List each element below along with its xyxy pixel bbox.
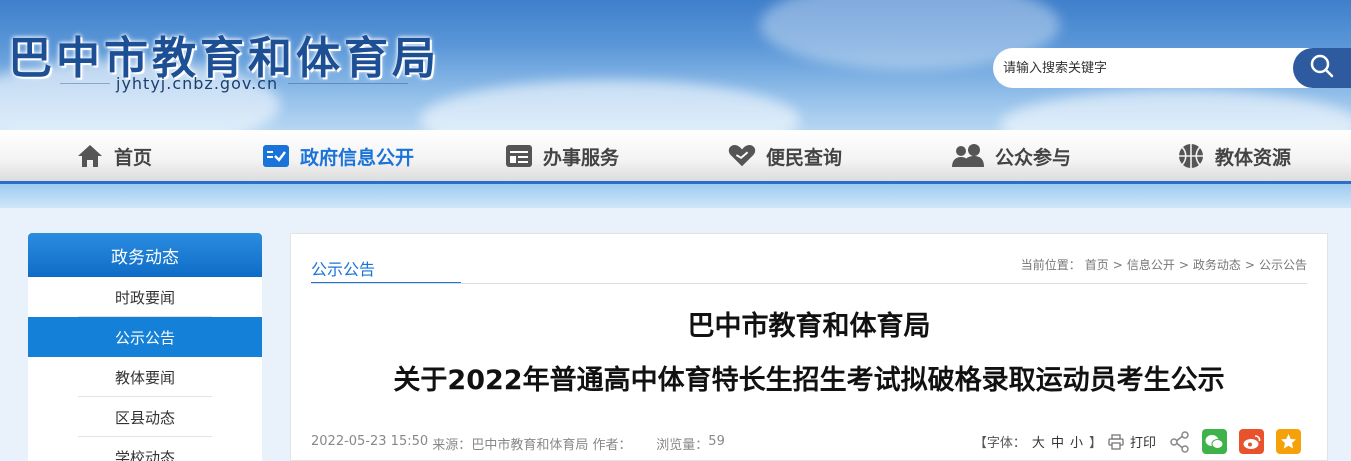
sidebar-item-politics-news[interactable]: 时政要闻	[28, 277, 262, 317]
source-label: 来源：	[432, 438, 472, 453]
font-size-small[interactable]: 小	[1070, 432, 1083, 451]
sidebar-item-county-news[interactable]: 区县动态	[28, 397, 262, 437]
favorite-star-icon[interactable]	[1276, 429, 1301, 454]
nav-services[interactable]: 办事服务	[505, 130, 619, 182]
nav-home-label: 首页	[114, 146, 153, 169]
people-icon	[951, 142, 985, 170]
views-count: 59	[708, 434, 725, 449]
breadcrumb-announcements[interactable]: 公示公告	[1259, 256, 1307, 273]
breadcrumb-prefix: 当前位置：	[1020, 258, 1081, 272]
nav-query-label: 便民查询	[766, 146, 843, 169]
divider	[311, 283, 1307, 284]
breadcrumb-separator: >	[1244, 257, 1255, 272]
search-input[interactable]	[993, 48, 1293, 88]
search-box	[993, 48, 1351, 88]
breadcrumb: 当前位置： 首页 > 信息公开 > 政务动态 > 公示公告	[1021, 256, 1307, 273]
decorative-band	[0, 184, 1351, 208]
font-size-medium[interactable]: 中	[1051, 432, 1064, 451]
sidebar-item-school-news[interactable]: 学校动态	[28, 437, 262, 461]
breadcrumb-separator: >	[1112, 257, 1123, 272]
nav-gov-info[interactable]: 政府信息公开	[262, 130, 414, 182]
printer-icon[interactable]	[1108, 433, 1124, 450]
article-meta: 2022-05-23 15:50 来源： 巴中市教育和体育局 作者： 浏览量： …	[311, 434, 725, 453]
wechat-share-icon[interactable]	[1202, 429, 1227, 454]
domain-divider-left	[60, 83, 110, 84]
sidebar-item-education-news[interactable]: 教体要闻	[28, 357, 262, 397]
breadcrumb-home[interactable]: 首页	[1085, 256, 1109, 273]
search-button[interactable]	[1293, 48, 1351, 88]
nav-resources[interactable]: 教体资源	[1177, 130, 1291, 182]
home-icon	[76, 142, 104, 170]
article-tools: 【字体： 大 中 小 】 打印	[974, 429, 1301, 454]
nav-services-label: 办事服务	[543, 146, 620, 169]
tab-announcements[interactable]: 公示公告	[311, 254, 461, 284]
main-nav: 首页 政府信息公开 办事服务 便民查询 公众参与 教体资源	[0, 130, 1351, 184]
font-size-label: 【字体：	[973, 436, 1026, 451]
site-header: 巴中市教育和体育局 jyhtyj.cnbz.gov.cn	[0, 0, 1351, 132]
font-size-large[interactable]: 大	[1032, 432, 1045, 451]
font-size-end: 】	[1088, 436, 1102, 451]
nav-query[interactable]: 便民查询	[728, 130, 842, 182]
sidebar: 政务动态 时政要闻 公示公告 教体要闻 区县动态 学校动态	[28, 233, 262, 461]
nav-participation-label: 公众参与	[995, 146, 1072, 169]
print-link[interactable]: 打印	[1130, 432, 1156, 451]
article-panel: 公示公告 当前位置： 首页 > 信息公开 > 政务动态 > 公示公告 巴中市教育…	[290, 233, 1328, 461]
sidebar-title: 政务动态	[28, 233, 262, 277]
views-label: 浏览量：	[656, 438, 709, 453]
share-icon[interactable]	[1170, 430, 1190, 453]
checklist-icon	[262, 142, 290, 170]
article-title-line2: 关于2022年普通高中体育特长生招生考试拟破格录取运动员考生公示	[393, 365, 1225, 396]
basketball-icon	[1177, 142, 1205, 170]
weibo-share-icon[interactable]	[1239, 429, 1264, 454]
nav-home[interactable]: 首页	[76, 130, 152, 182]
nav-resources-label: 教体资源	[1215, 146, 1292, 169]
nav-participation[interactable]: 公众参与	[951, 130, 1071, 182]
breadcrumb-gov-news[interactable]: 政务动态	[1193, 256, 1241, 273]
site-domain: jyhtyj.cnbz.gov.cn	[116, 74, 279, 93]
nav-gov-info-label: 政府信息公开	[300, 146, 415, 169]
source-value: 巴中市教育和体育局	[471, 438, 589, 453]
publish-date: 2022-05-23 15:50	[311, 434, 429, 449]
author-label: 作者：	[592, 438, 632, 453]
article-title-line1: 巴中市教育和体育局	[687, 311, 931, 342]
breadcrumb-separator: >	[1178, 257, 1189, 272]
domain-divider-right	[288, 83, 408, 84]
breadcrumb-info-public[interactable]: 信息公开	[1127, 256, 1175, 273]
heart-hand-icon	[728, 142, 756, 170]
search-icon	[1309, 53, 1335, 83]
sidebar-item-announcements[interactable]: 公示公告	[28, 317, 262, 357]
service-card-icon	[505, 142, 533, 170]
